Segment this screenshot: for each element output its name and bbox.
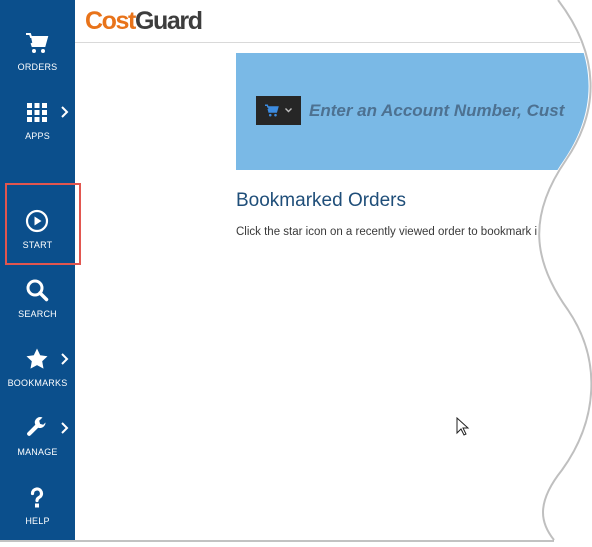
cart-icon: [26, 33, 49, 53]
search-type-dropdown[interactable]: [256, 96, 301, 125]
mouse-cursor-icon: [456, 417, 470, 436]
nav-label-bookmarks: BOOKMARKS: [7, 378, 68, 388]
question-icon: [30, 487, 44, 508]
nav-label-search: SEARCH: [18, 309, 57, 319]
logo-text-guard: Guard: [134, 7, 203, 35]
nav-item-help[interactable]: HELP: [0, 469, 75, 535]
chevron-right-icon: [61, 106, 69, 118]
bookmarked-orders-description: Click the star icon on a recently viewed…: [236, 226, 538, 238]
nav-label-apps: APPS: [25, 131, 50, 141]
star-icon: [26, 348, 48, 369]
nav-label-orders: ORDERS: [17, 62, 58, 72]
top-bar: CostGuard: [75, 0, 592, 43]
nav-item-orders[interactable]: ORDERS: [0, 15, 75, 81]
nav-item-manage[interactable]: MANAGE: [0, 400, 75, 466]
logo-text-cost: Cost: [85, 7, 136, 35]
nav-label-help: HELP: [25, 516, 50, 526]
wrench-icon: [27, 417, 46, 436]
bookmarked-orders-heading: Bookmarked Orders: [236, 190, 407, 211]
search-input[interactable]: [305, 96, 592, 125]
chevron-down-icon: [285, 108, 292, 113]
nav-label-manage: MANAGE: [17, 447, 58, 457]
chevron-right-icon: [61, 353, 69, 365]
search-banner: [236, 53, 592, 170]
nav-item-search[interactable]: SEARCH: [0, 262, 75, 328]
nav-item-apps[interactable]: APPS: [0, 84, 75, 150]
grid-icon: [27, 103, 47, 122]
sidebar: ORDERS APPS START SEARCH BOOKMARKS MANAG…: [0, 0, 75, 540]
search-icon: [26, 279, 49, 302]
chevron-right-icon: [61, 422, 69, 434]
nav-item-bookmarks[interactable]: BOOKMARKS: [0, 331, 75, 397]
app-logo[interactable]: CostGuard: [85, 6, 203, 36]
start-highlight-box: [5, 183, 81, 265]
cart-icon: [265, 104, 279, 117]
